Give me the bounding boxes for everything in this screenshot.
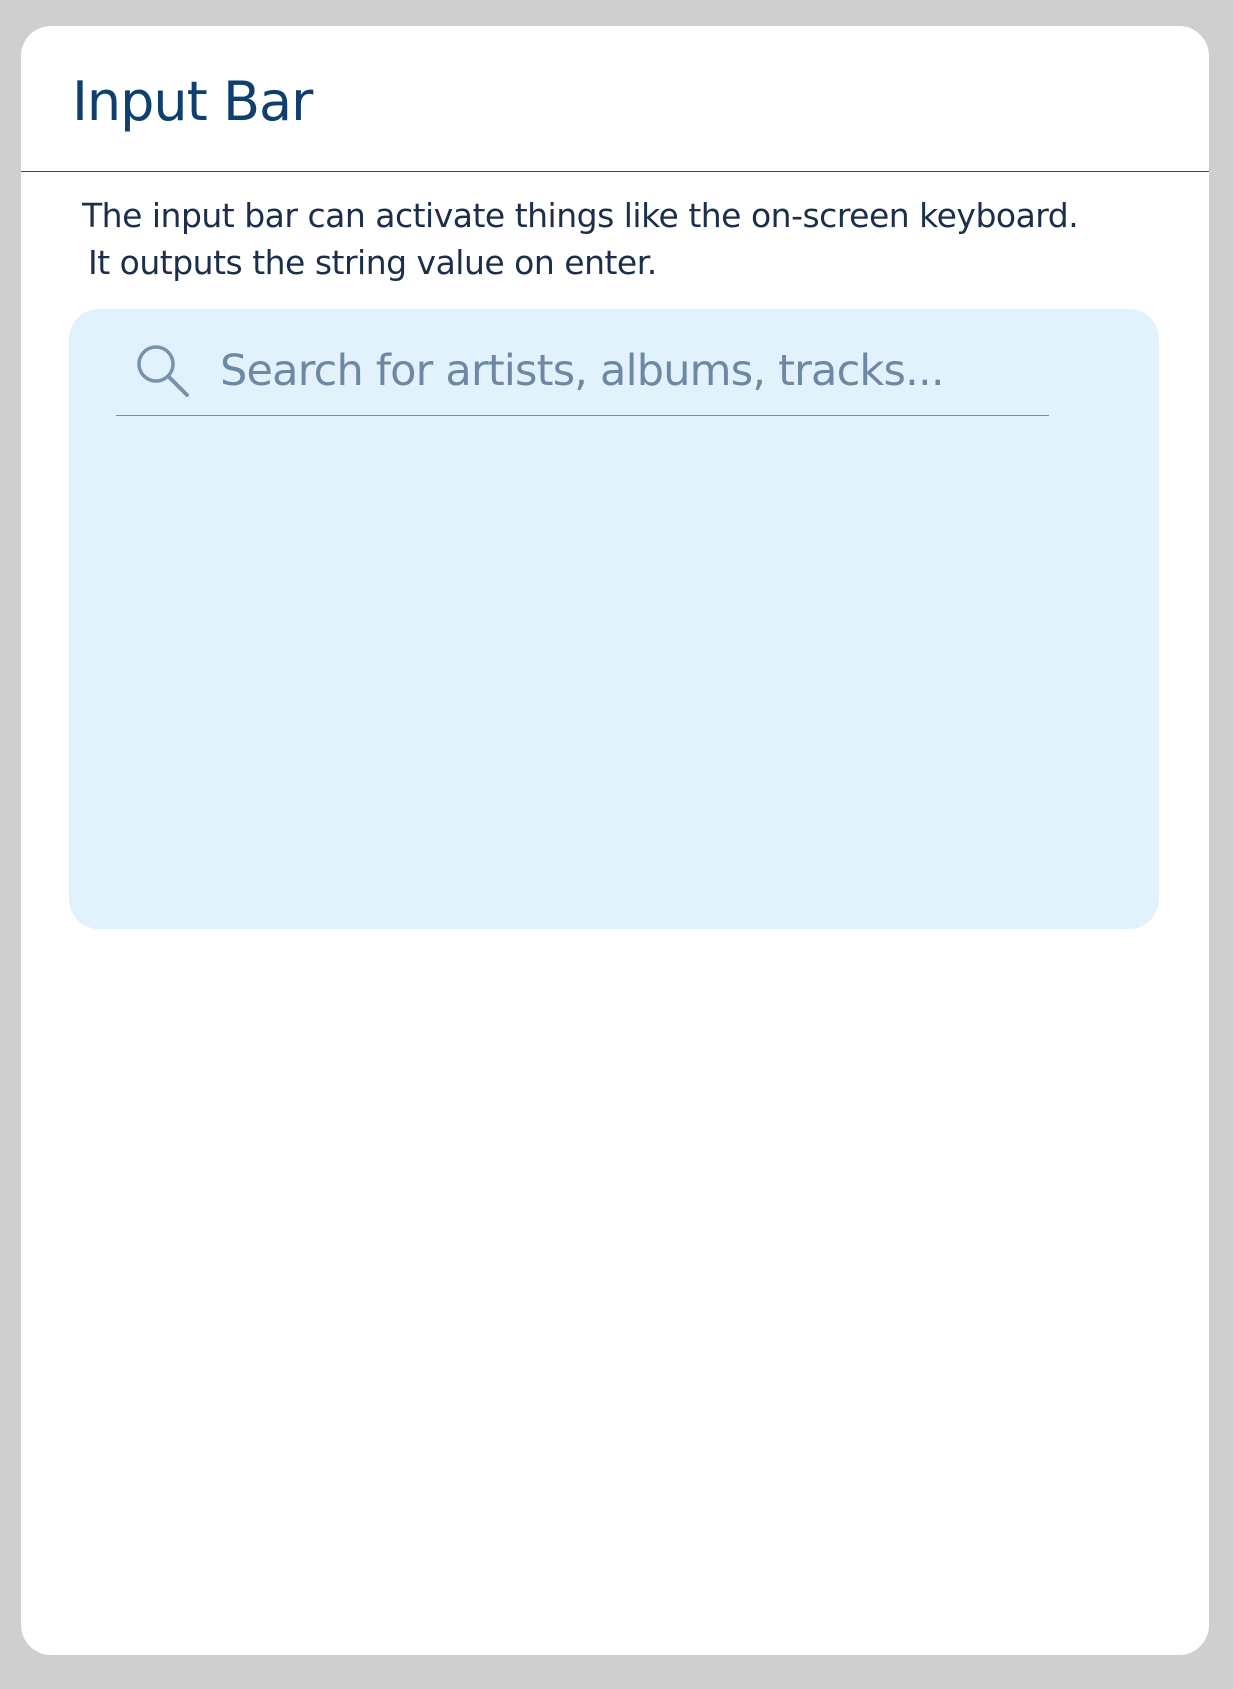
- card-header: Input Bar: [21, 26, 1209, 172]
- input-bar-card: Input Bar The input bar can activate thi…: [21, 26, 1209, 1655]
- description-line-2: It outputs the string value on enter.: [88, 243, 657, 282]
- card-description: The input bar can activate things like t…: [82, 192, 1162, 286]
- description-line-1: The input bar can activate things like t…: [82, 196, 1079, 235]
- search-input[interactable]: [220, 346, 1020, 396]
- search-bar[interactable]: [116, 327, 1049, 416]
- search-icon: [137, 345, 189, 397]
- demo-panel: [69, 309, 1159, 929]
- page-title: Input Bar: [72, 70, 313, 133]
